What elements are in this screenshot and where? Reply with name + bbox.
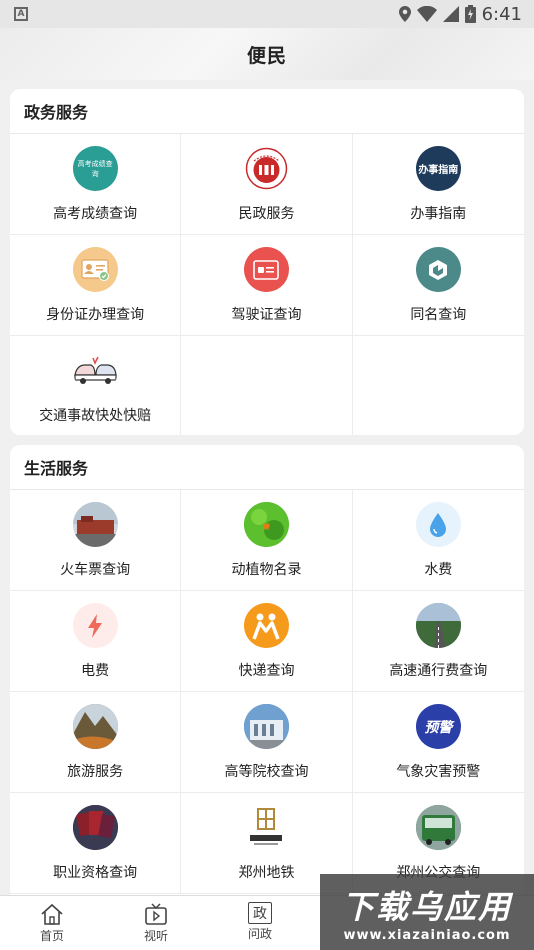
service-label: 身份证办理查询	[46, 307, 145, 323]
certificates-icon	[72, 805, 118, 850]
watermark: 下载乌应用 www.xiazainiao.com	[320, 874, 534, 950]
service-label: 旅游服务	[67, 764, 124, 780]
driver-license-icon	[243, 247, 289, 292]
tab-label: 首页	[39, 929, 64, 943]
service-item-electricity-bill[interactable]: 电费	[10, 591, 182, 692]
service-item-travel[interactable]: 旅游服务	[10, 692, 182, 793]
tv-icon	[143, 902, 169, 926]
service-label: 水费	[424, 562, 453, 578]
home-icon	[39, 902, 65, 926]
service-label: 电费	[81, 663, 110, 679]
gov-services-section: 政务服务 高考成绩查询 高考成绩查询 民政服务 办事指南 办事指南 身份证办理查…	[10, 89, 524, 435]
empty-cell	[353, 336, 524, 435]
tab-home[interactable]: 首页	[0, 896, 104, 950]
service-item-water-bill[interactable]: 水费	[352, 490, 524, 591]
gov-services-grid: 高考成绩查询 高考成绩查询 民政服务 办事指南 办事指南 身份证办理查询 驾驶证…	[10, 134, 524, 435]
gaokao-icon: 高考成绩查询	[72, 146, 118, 191]
politics-icon: 政	[248, 902, 272, 924]
page-header: 便民	[0, 28, 534, 80]
service-item-same-name[interactable]: 同名查询	[352, 235, 524, 336]
same-name-icon	[415, 247, 461, 292]
service-item-driver-license[interactable]: 驾驶证查询	[181, 235, 353, 336]
service-item-highway-toll[interactable]: 高速通行费查询	[352, 591, 524, 692]
service-label: 高考成绩查询	[53, 206, 138, 222]
page-title: 便民	[246, 44, 287, 67]
tab-media[interactable]: 视听	[104, 896, 208, 950]
service-label: 高等院校查询	[224, 764, 309, 780]
train-station-icon	[72, 502, 118, 547]
service-label: 高速通行费查询	[389, 663, 488, 679]
section-title: 政务服务	[10, 89, 524, 134]
service-item-guide[interactable]: 办事指南 办事指南	[352, 134, 524, 235]
service-item-train-tickets[interactable]: 火车票查询	[10, 490, 182, 591]
water-drop-icon	[415, 502, 461, 547]
courier-icon	[243, 603, 289, 648]
weather-warning-icon: 预警	[415, 704, 461, 749]
service-item-university[interactable]: 高等院校查询	[181, 692, 353, 793]
service-label: 驾驶证查询	[231, 307, 302, 323]
life-services-grid: 火车票查询 动植物名录 水费 电费 快递查询 高速通行费查询 旅游服务 高等院校…	[10, 490, 524, 894]
bus-icon	[415, 805, 461, 850]
service-label: 民政服务	[238, 206, 295, 222]
car-accident-icon	[72, 348, 118, 393]
mountain-travel-icon	[72, 704, 118, 749]
service-label: 交通事故快处快赔	[39, 408, 152, 424]
service-item-flora-fauna[interactable]: 动植物名录	[181, 490, 353, 591]
service-item-weather-warning[interactable]: 预警 气象灾害预警	[352, 692, 524, 793]
service-item-traffic-accident[interactable]: 交通事故快处快赔	[10, 336, 182, 435]
service-label: 郑州地铁	[238, 865, 295, 881]
service-item-gaokao[interactable]: 高考成绩查询 高考成绩查询	[10, 134, 182, 235]
service-label: 火车票查询	[60, 562, 131, 578]
watermark-url: www.xiazainiao.com	[343, 927, 511, 943]
life-services-section: 生活服务 火车票查询 动植物名录 水费 电费 快递查询 高速通行费查询 旅游服务…	[10, 445, 524, 905]
tab-politics[interactable]: 政 问政	[208, 896, 312, 950]
service-label: 办事指南	[410, 206, 467, 222]
service-label: 快递查询	[238, 663, 295, 679]
watermark-title: 下载乌应用	[341, 887, 512, 926]
zhengzhou-metro-icon	[243, 805, 289, 850]
tab-label: 问政	[247, 927, 272, 941]
university-icon	[243, 704, 289, 749]
civil-affairs-emblem-icon	[243, 146, 289, 191]
id-card-icon	[72, 247, 118, 292]
battery-charging-icon	[464, 5, 476, 23]
cellular-signal-icon	[442, 6, 459, 22]
highway-icon	[415, 603, 461, 648]
section-title: 生活服务	[10, 445, 524, 490]
service-label: 气象灾害预警	[396, 764, 481, 780]
status-bar: A 6:41	[0, 0, 534, 28]
service-item-courier[interactable]: 快递查询	[181, 591, 353, 692]
service-item-civil-affairs[interactable]: 民政服务	[181, 134, 353, 235]
location-icon	[398, 6, 411, 22]
service-label: 动植物名录	[231, 562, 302, 578]
service-label: 同名查询	[410, 307, 467, 323]
guide-icon: 办事指南	[415, 146, 461, 191]
lightning-icon	[72, 603, 118, 648]
wifi-icon	[416, 6, 437, 22]
app-notification-icon: A	[14, 7, 28, 21]
service-item-id-card[interactable]: 身份证办理查询	[10, 235, 182, 336]
plant-butterfly-icon	[243, 502, 289, 547]
service-item-professional-qualification[interactable]: 职业资格查询	[10, 793, 182, 894]
clock: 6:41	[481, 3, 522, 25]
tab-label: 视听	[143, 929, 168, 943]
empty-cell	[181, 336, 353, 435]
service-label: 职业资格查询	[53, 865, 138, 881]
